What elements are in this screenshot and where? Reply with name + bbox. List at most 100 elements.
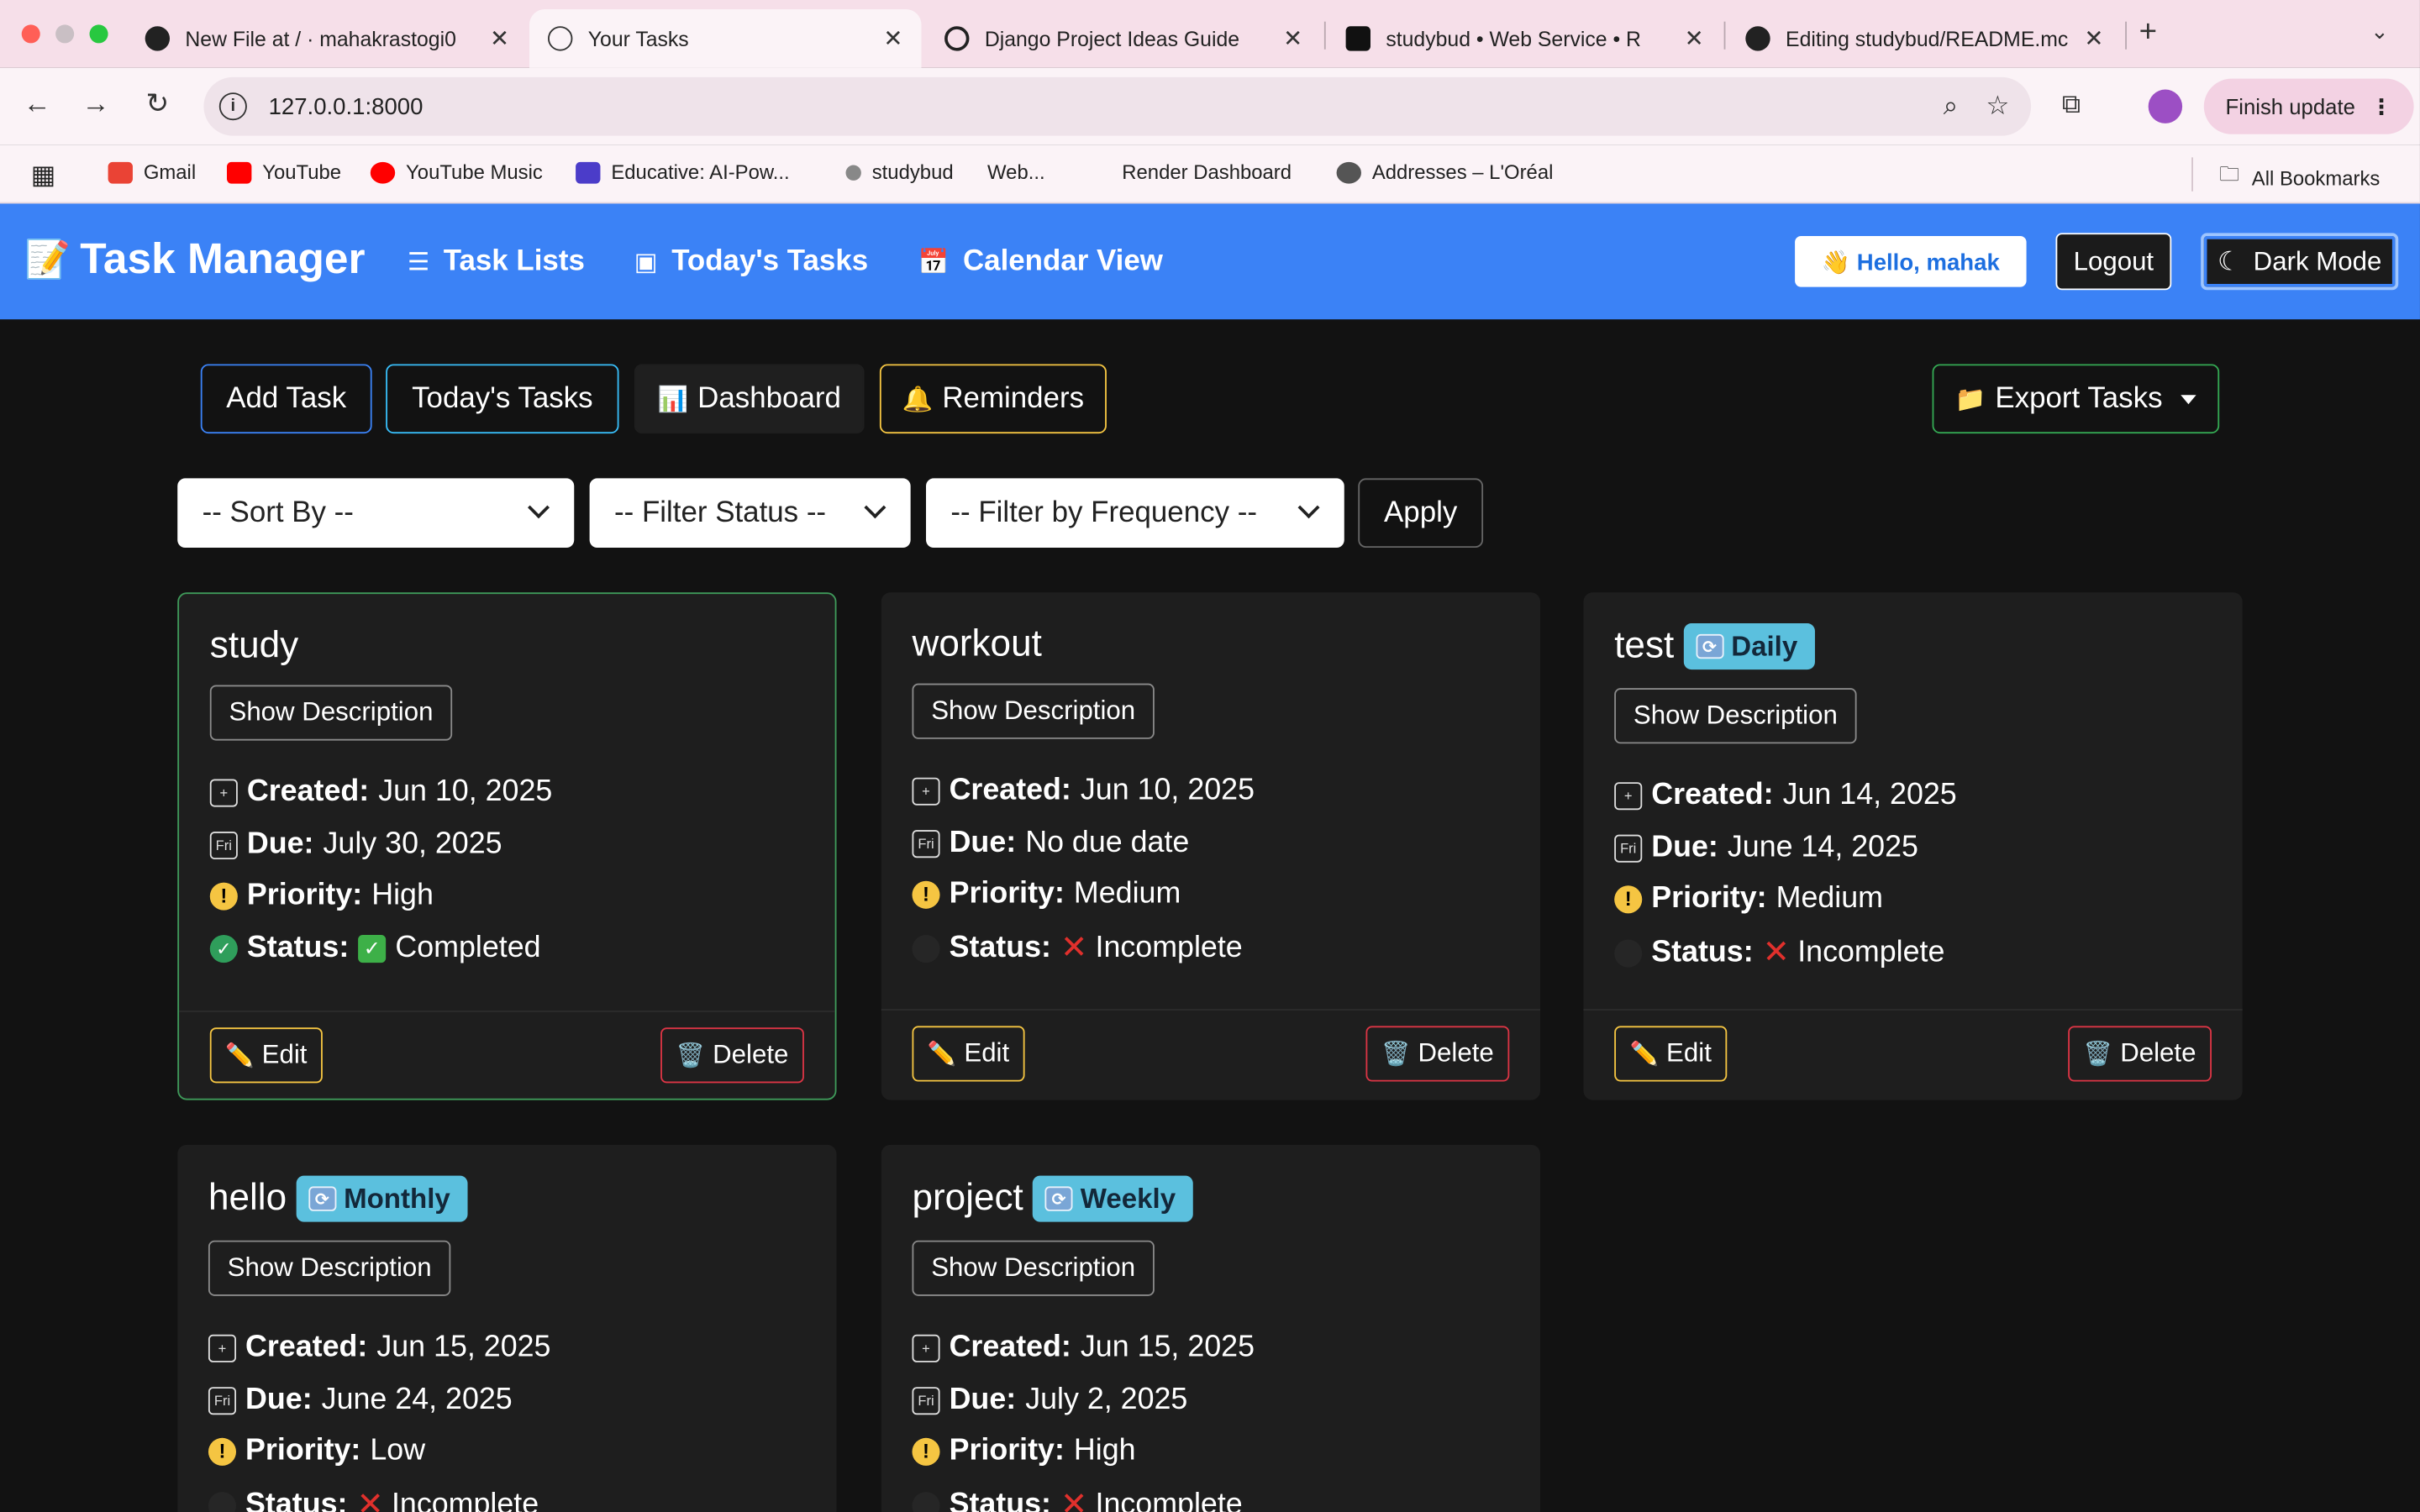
browser-tab[interactable]: Editing studybud/README.mc ✕ (1727, 9, 2122, 68)
render-icon (1345, 26, 1370, 51)
created-label: Created: (949, 773, 1071, 807)
bookmark-studybud[interactable]: studybud Web... (845, 160, 1045, 184)
show-description-button[interactable]: Show Description (912, 683, 1155, 739)
show-description-button[interactable]: Show Description (1614, 688, 1857, 744)
browser-tab[interactable]: New File at / · mahakrastogi0 ✕ (127, 9, 529, 68)
delete-label: Delete (713, 1039, 789, 1069)
folder-icon: 🗀 (2219, 161, 2240, 186)
apps-grid-icon[interactable]: ▦ (31, 160, 56, 192)
card-footer-divider (179, 1011, 835, 1012)
task-title: test (1614, 624, 1675, 667)
nav-label: Today's Tasks (671, 245, 869, 278)
bookmark-youtube-music[interactable]: YouTube Music (370, 160, 543, 184)
bookmark-star-icon[interactable]: ☆ (1986, 91, 2009, 122)
bookmark-label: Addresses – L'Oréal (1371, 160, 1554, 184)
delete-button[interactable]: 🗑️ Delete (2068, 1026, 2212, 1082)
edit-label: Edit (261, 1039, 308, 1069)
dark-mode-toggle[interactable]: ☾ Dark Mode (2201, 233, 2399, 291)
browser-tab[interactable]: Django Project Ideas Guide ✕ (926, 9, 1321, 68)
maximize-window-button[interactable] (89, 24, 108, 44)
finish-update-label: Finish update (2225, 94, 2355, 119)
sort-by-select[interactable]: -- Sort By -- (177, 478, 575, 549)
brand-logo[interactable]: 📝 Task Manager (24, 234, 365, 284)
task-title-row: study (210, 625, 298, 668)
minimize-window-button[interactable] (55, 24, 75, 44)
youtube-music-icon (370, 160, 396, 183)
status-label: Status: (1651, 935, 1754, 969)
delete-button[interactable]: 🗑️ Delete (660, 1027, 804, 1084)
tab-search-chevron-icon[interactable]: ⌄ (2370, 18, 2389, 45)
export-tasks-dropdown[interactable]: 📁 Export Tasks (1932, 364, 2220, 434)
add-task-button[interactable]: Add Task (200, 364, 372, 434)
forward-arrow-icon[interactable]: → (77, 88, 114, 121)
edit-button[interactable]: ✏️ Edit (1614, 1026, 1728, 1082)
nav-calendar-view[interactable]: 📅 Calendar View (918, 245, 1163, 279)
user-greeting[interactable]: 👋 Hello, mahak (1795, 236, 2027, 287)
bar-chart-icon: 📊 (657, 386, 689, 413)
dashboard-button[interactable]: 📊 Dashboard (634, 364, 865, 434)
edit-button[interactable]: ✏️ Edit (209, 1027, 323, 1084)
due-value: June 14, 2025 (1727, 830, 1918, 864)
close-tab-icon[interactable]: ✕ (1283, 24, 1302, 52)
task-status: Status: ✕ Incomplete (912, 929, 1243, 968)
caret-down-icon (2181, 394, 2196, 404)
due-value: July 2, 2025 (1025, 1382, 1188, 1417)
more-menu-icon[interactable]: ⋮ (2370, 93, 2392, 119)
url-text[interactable]: 127.0.0.1:8000 (269, 93, 424, 119)
globe-icon (548, 26, 573, 51)
all-bookmarks-button[interactable]: 🗀 All Bookmarks (2219, 160, 2380, 194)
close-window-button[interactable] (21, 24, 40, 44)
bookmark-educative[interactable]: Educative: AI-Pow... (576, 160, 790, 184)
address-bar[interactable]: i 127.0.0.1:8000 ⌕ ☆ (203, 76, 2032, 136)
task-card: project ⟳ Weekly Show Description + Crea… (881, 1144, 1541, 1512)
frequency-label: Daily (1731, 630, 1798, 662)
screen: New File at / · mahakrastogi0 ✕ Your Tas… (0, 0, 2420, 1512)
nav-task-lists[interactable]: ☰ Task Lists (408, 245, 585, 279)
circle-icon (912, 934, 940, 963)
nav-todays-tasks[interactable]: ▣ Today's Tasks (634, 245, 868, 279)
chevron-down-icon (864, 496, 886, 519)
finish-update-button[interactable]: Finish update ⋮ (2203, 78, 2414, 134)
tab-title: New File at / · mahakrastogi0 (185, 27, 456, 50)
repeat-icon: ⟳ (308, 1186, 336, 1211)
todays-tasks-button[interactable]: Today's Tasks (386, 364, 619, 434)
apply-filters-button[interactable]: Apply (1358, 478, 1484, 549)
frequency-badge: ⟳ Daily (1683, 623, 1815, 670)
check-circle-icon: ✓ (209, 934, 238, 963)
show-description-button[interactable]: Show Description (208, 1240, 451, 1296)
due-value: July 30, 2025 (323, 827, 502, 861)
new-tab-button[interactable]: + (2139, 15, 2157, 50)
filter-status-select[interactable]: -- Filter Status -- (589, 478, 911, 549)
show-description-button[interactable]: Show Description (912, 1240, 1155, 1296)
task-priority: ! Priority: Medium (1614, 881, 1883, 916)
close-tab-icon[interactable]: ✕ (490, 24, 509, 52)
status-value: Incomplete (1095, 1487, 1243, 1512)
priority-value: High (1073, 1433, 1136, 1467)
extensions-puzzle-icon[interactable]: ⧉ (2062, 90, 2081, 121)
profile-avatar[interactable] (2148, 89, 2183, 123)
delete-button[interactable]: 🗑️ Delete (1365, 1026, 1510, 1082)
list-icon: ☰ (407, 249, 430, 276)
edit-button[interactable]: ✏️ Edit (912, 1026, 1025, 1082)
logout-button[interactable]: Logout (2055, 233, 2172, 291)
reminders-button[interactable]: 🔔 Reminders (879, 364, 1107, 434)
close-tab-icon[interactable]: ✕ (2084, 24, 2103, 52)
reload-icon[interactable]: ↻ (139, 88, 176, 121)
bookmark-addresses[interactable]: Addresses – L'Oréal (1336, 160, 1554, 184)
zoom-icon[interactable]: ⌕ (1944, 91, 1959, 122)
browser-tab-active[interactable]: Your Tasks ✕ (529, 9, 922, 68)
site-info-icon[interactable]: i (218, 92, 247, 121)
delete-label: Delete (1418, 1038, 1494, 1068)
close-tab-icon[interactable]: ✕ (1685, 24, 1704, 52)
browser-tab[interactable]: studybud • Web Service • R ✕ (1328, 9, 1723, 68)
task-title: workout (912, 623, 1042, 665)
back-arrow-icon[interactable]: ← (18, 88, 55, 121)
bookmark-youtube[interactable]: YouTube (226, 160, 341, 184)
bookmark-gmail[interactable]: Gmail (108, 160, 196, 184)
close-tab-icon[interactable]: ✕ (883, 24, 902, 52)
show-description-button[interactable]: Show Description (209, 685, 453, 741)
task-title: study (209, 624, 299, 667)
filter-frequency-select[interactable]: -- Filter by Frequency -- (926, 478, 1344, 549)
pencil-icon: ✏️ (927, 1041, 957, 1068)
bookmark-render-dashboard[interactable]: Render Dashboard (1096, 160, 1292, 184)
